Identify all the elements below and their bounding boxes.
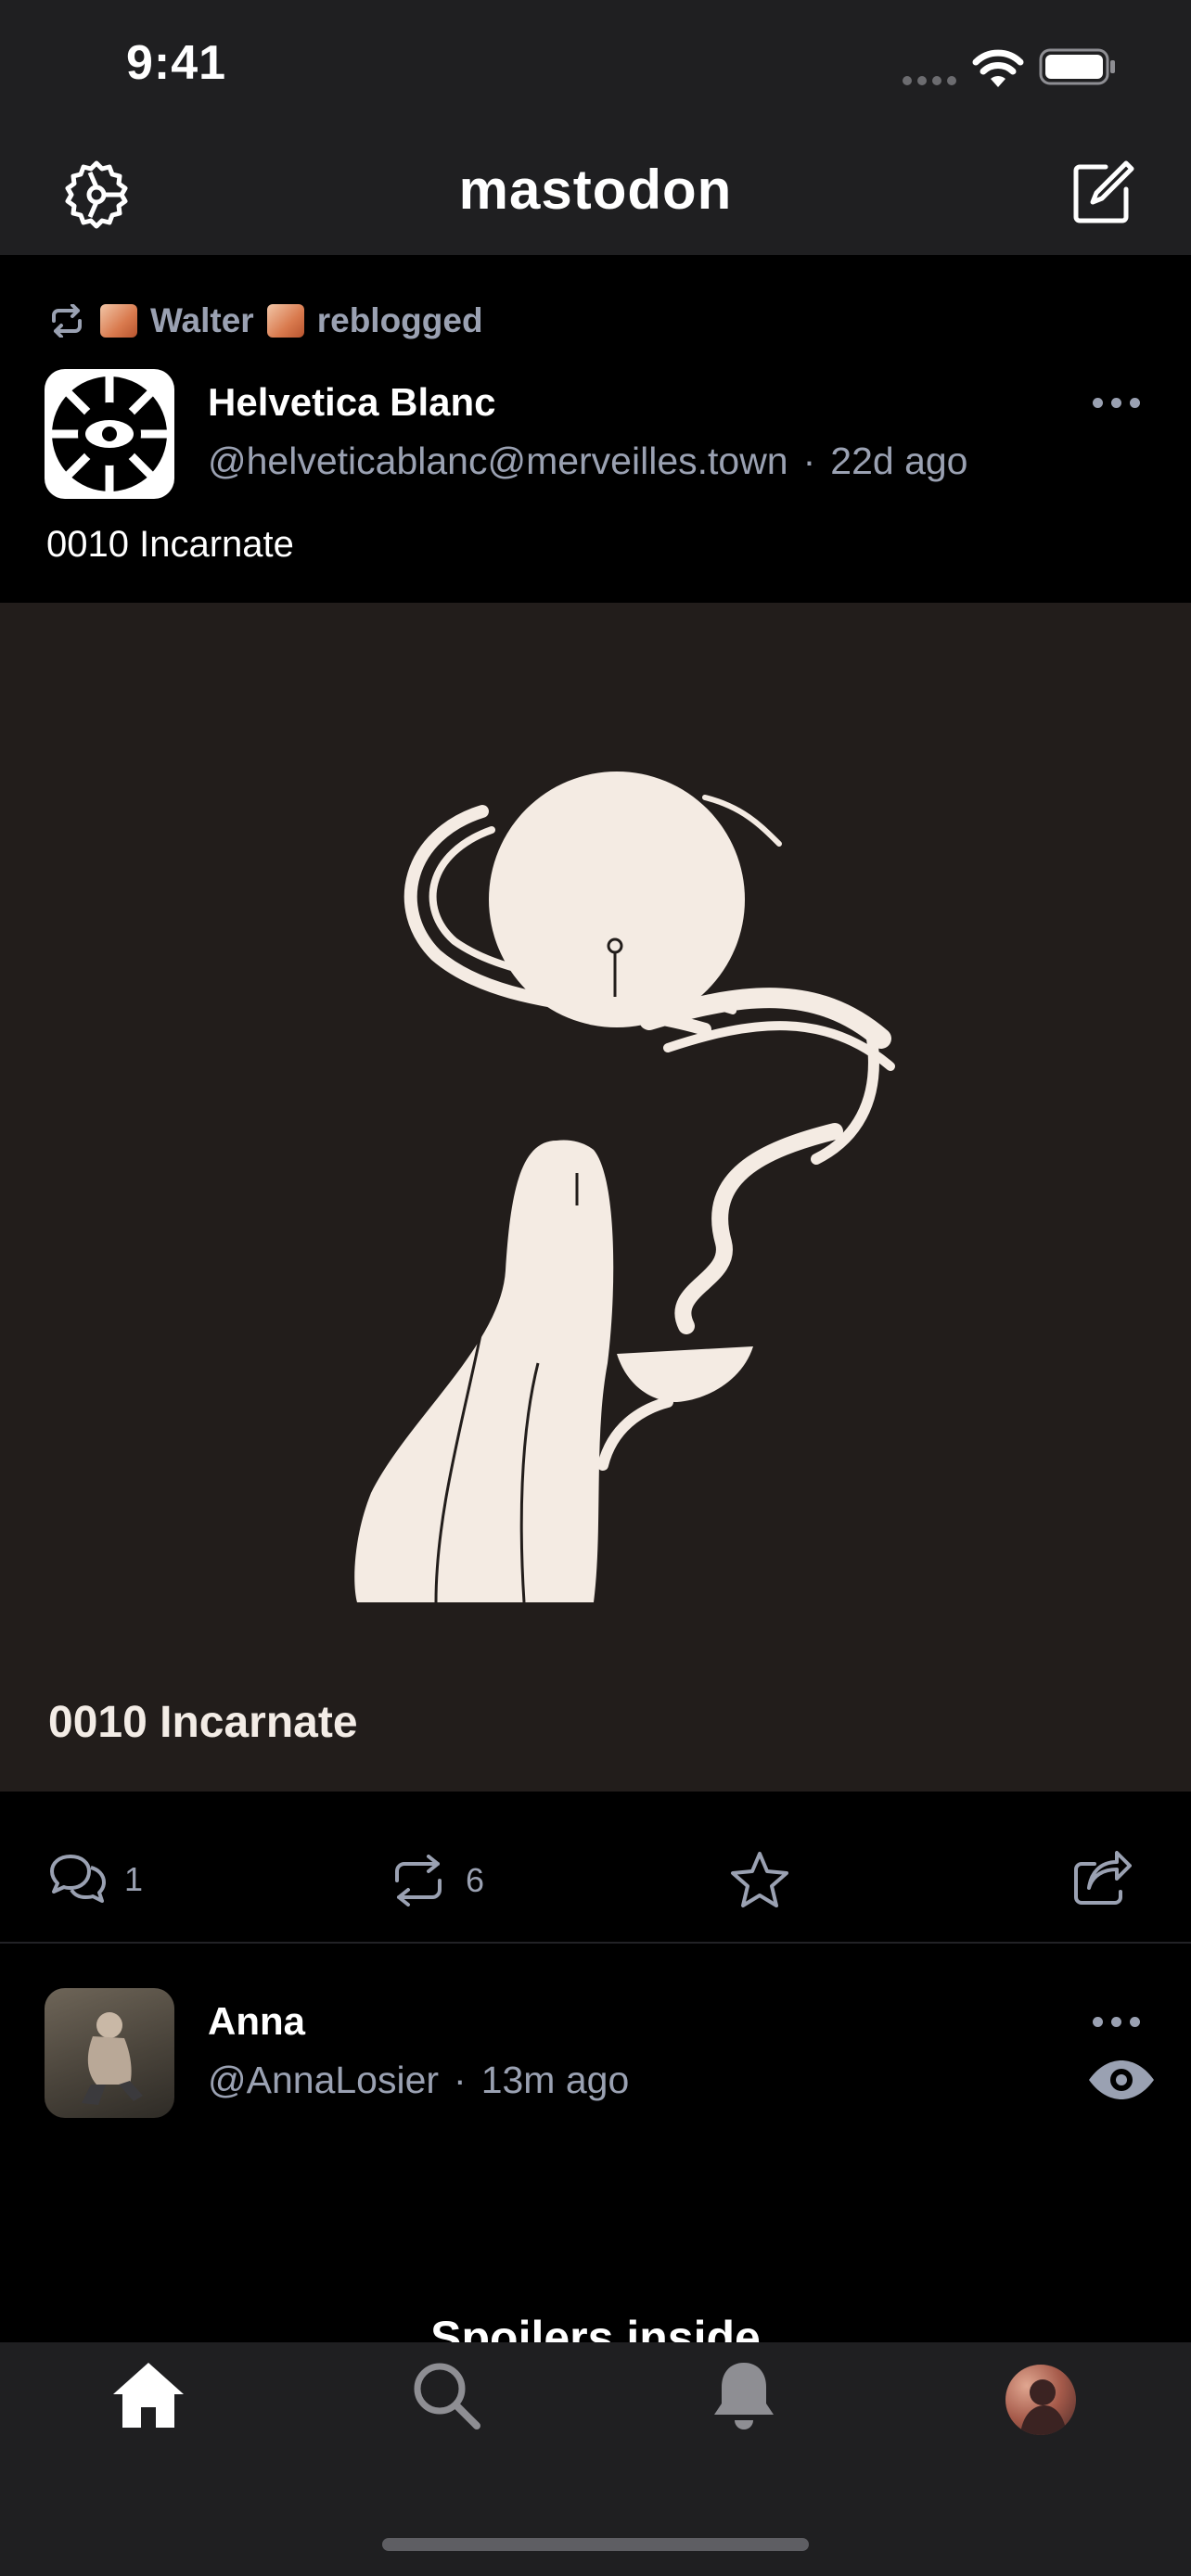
reply-button[interactable]: 1: [48, 1853, 143, 1906]
author-handle-line: @helveticablanc@merveilles.town · 22d ag…: [208, 440, 968, 483]
author-display-name[interactable]: Helvetica Blanc: [208, 380, 496, 425]
author-avatar[interactable]: [45, 369, 174, 499]
tab-search[interactable]: [412, 2361, 480, 2434]
tab-notifications[interactable]: [711, 2359, 777, 2436]
share-button[interactable]: [1072, 1851, 1132, 1911]
reply-icon: [50, 1855, 106, 1903]
app-title: mastodon: [458, 159, 733, 221]
bell-icon: [714, 2363, 774, 2429]
meta-separator: ·: [454, 2059, 467, 2101]
compose-icon: [1073, 160, 1134, 223]
signal-icon: [902, 74, 959, 91]
reblog-indicator[interactable]: Walter reblogged: [46, 295, 483, 347]
boost-button[interactable]: 6: [388, 1855, 484, 1906]
compose-button[interactable]: [1069, 158, 1137, 226]
author-handle-anna[interactable]: @AnnaLosier: [208, 2059, 439, 2102]
share-icon: [1074, 1851, 1132, 1905]
post-divider: [0, 1942, 1191, 1944]
post-age-anna: 13m ago: [480, 2059, 630, 2101]
home-indicator: [382, 2538, 809, 2551]
post-content: 0010 Incarnate: [46, 524, 294, 565]
boost-icon: [52, 304, 82, 338]
eye-icon: [1089, 2060, 1154, 2099]
home-icon: [113, 2363, 184, 2428]
reveal-content-button[interactable]: [1087, 2059, 1156, 2106]
wifi-icon: [972, 48, 1024, 92]
favourite-button[interactable]: [729, 1851, 790, 1913]
reply-count: 1: [124, 1860, 144, 1898]
boost-icon: [395, 1855, 442, 1906]
boost-count: 6: [466, 1861, 485, 1899]
search-icon: [414, 2363, 480, 2429]
reblog-label: reblogged: [316, 301, 483, 339]
profile-avatar: [1020, 2379, 1067, 2435]
tab-profile[interactable]: [1005, 2365, 1076, 2435]
status-time: 9:41: [126, 36, 227, 90]
author-display-name-anna[interactable]: Anna: [208, 1999, 305, 2044]
more-options-button-anna[interactable]: [1093, 2017, 1140, 2027]
booster-name[interactable]: Walter: [150, 301, 254, 340]
author-handle[interactable]: @helveticablanc@merveilles.town: [208, 440, 788, 483]
author-handle-line-anna: @AnnaLosier · 13m ago: [208, 2059, 629, 2102]
booster-avatar-icon: [100, 304, 137, 338]
battery-icon: [1039, 48, 1117, 90]
post-age: 22d ago: [830, 440, 968, 482]
media-caption: 0010 Incarnate: [48, 1698, 358, 1747]
star-icon: [731, 1852, 788, 1907]
meta-separator: ·: [802, 440, 816, 482]
artwork-image: [354, 772, 895, 1603]
tab-home[interactable]: [109, 2359, 187, 2434]
more-options-button[interactable]: [1093, 398, 1140, 408]
media-attachment[interactable]: [0, 603, 1191, 1792]
booster-emoji-icon: [266, 304, 304, 338]
author-avatar-anna[interactable]: [45, 1988, 174, 2118]
